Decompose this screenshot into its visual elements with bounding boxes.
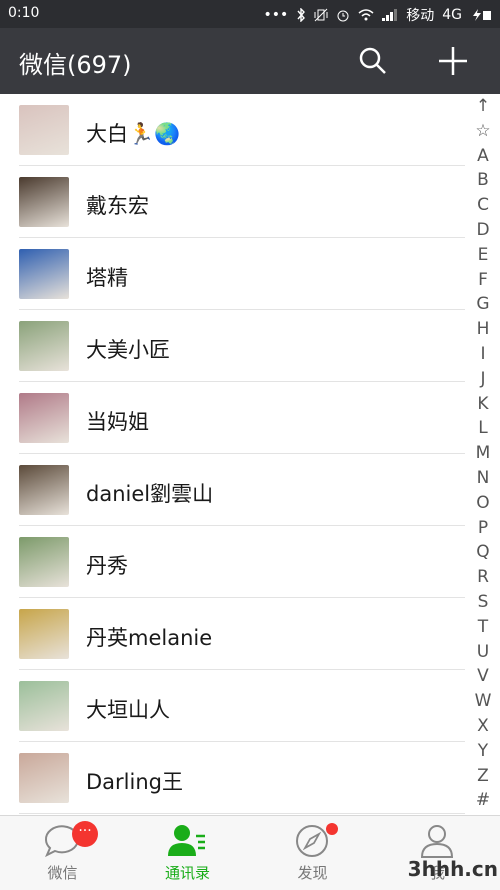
- index-letter[interactable]: N: [466, 466, 500, 491]
- avatar: [19, 249, 69, 299]
- index-letter[interactable]: #: [466, 788, 500, 813]
- list-item[interactable]: 当妈姐: [0, 382, 465, 454]
- search-icon[interactable]: [356, 44, 390, 78]
- index-letter[interactable]: M: [466, 441, 500, 466]
- battery-icon: [473, 9, 491, 21]
- index-letter[interactable]: ☆: [466, 119, 500, 144]
- status-icons: ••• 移动 4G: [263, 5, 492, 25]
- list-item[interactable]: 大美小匠: [0, 310, 465, 382]
- list-item[interactable]: 戴东宏: [0, 166, 465, 238]
- index-letter[interactable]: L: [466, 416, 500, 441]
- list-item[interactable]: 塔精: [0, 238, 465, 310]
- avatar: [19, 177, 69, 227]
- avatar: [19, 465, 69, 515]
- list-item[interactable]: Darling王: [0, 742, 465, 814]
- index-letter[interactable]: T: [466, 615, 500, 640]
- status-bar: 0:10 ••• 移动 4G: [0, 0, 500, 28]
- divider: [19, 813, 465, 814]
- avatar: [19, 105, 69, 155]
- contact-name: daniel劉雲山: [86, 482, 214, 506]
- index-letter[interactable]: Q: [466, 540, 500, 565]
- index-letter[interactable]: H: [466, 317, 500, 342]
- avatar: [19, 537, 69, 587]
- alarm-icon: [337, 10, 349, 22]
- contact-name: 戴东宏: [86, 194, 149, 218]
- avatar: [19, 609, 69, 659]
- index-letter[interactable]: V: [466, 664, 500, 689]
- status-time: 0:10: [8, 5, 40, 21]
- index-letter[interactable]: Z: [466, 764, 500, 789]
- tab-label: 发现: [297, 864, 328, 882]
- plus-icon[interactable]: [434, 42, 472, 80]
- avatar: [19, 681, 69, 731]
- bluetooth-icon: [297, 8, 306, 22]
- list-item[interactable]: 大垣山人: [0, 670, 465, 742]
- index-letter[interactable]: ↑: [466, 94, 500, 119]
- index-letter[interactable]: A: [466, 144, 500, 169]
- avatar: [19, 753, 69, 803]
- signal-icon: [382, 9, 398, 21]
- index-letter[interactable]: Y: [466, 739, 500, 764]
- vibrate-icon: [314, 8, 328, 22]
- index-letter[interactable]: U: [466, 640, 500, 665]
- index-letter[interactable]: B: [466, 168, 500, 193]
- contact-name: 塔精: [86, 266, 128, 290]
- index-letter[interactable]: G: [466, 292, 500, 317]
- index-letter[interactable]: C: [466, 193, 500, 218]
- index-letter[interactable]: S: [466, 590, 500, 615]
- network-label: 4G: [442, 7, 462, 23]
- tab-discover[interactable]: 发现: [250, 816, 375, 890]
- index-letter[interactable]: D: [466, 218, 500, 243]
- index-letter[interactable]: X: [466, 714, 500, 739]
- index-letter[interactable]: P: [466, 516, 500, 541]
- list-item[interactable]: 大白🏃🌏: [0, 94, 465, 166]
- contact-name: 丹秀: [86, 554, 128, 578]
- list-item[interactable]: 丹英melanie: [0, 598, 465, 670]
- index-letter[interactable]: F: [466, 268, 500, 293]
- discover-dot: [326, 823, 338, 835]
- index-letter[interactable]: R: [466, 565, 500, 590]
- app-header: 微信(697): [0, 28, 500, 94]
- wifi-icon: [358, 9, 374, 21]
- watermark-text: 3hhh.cn: [407, 857, 498, 881]
- index-letter[interactable]: O: [466, 491, 500, 516]
- contact-name: 丹英melanie: [86, 626, 213, 650]
- contact-name: 当妈姐: [86, 410, 149, 434]
- tab-label: 通讯录: [164, 864, 210, 882]
- contact-name: 大白🏃🌏: [86, 122, 181, 146]
- index-letter[interactable]: I: [466, 342, 500, 367]
- index-letter[interactable]: W: [466, 689, 500, 714]
- index-letter[interactable]: E: [466, 243, 500, 268]
- list-item[interactable]: 丹秀: [0, 526, 465, 598]
- alphabet-index[interactable]: ↑ ☆ A B C D E F G H I J K L M N O P Q R S T U V W X Y Z #: [466, 94, 500, 816]
- contact-list: 大白🏃🌏 戴东宏塔精大美小匠当妈姐 daniel劉雲山 丹秀丹英melanie 大垣山人…: [0, 94, 465, 814]
- tab-chats[interactable]: ··· 微信: [0, 816, 125, 890]
- person-icon: [420, 825, 454, 858]
- contact-name: 大垣山人: [86, 698, 170, 722]
- contact-name: 大美小匠: [86, 338, 170, 362]
- index-letter[interactable]: K: [466, 392, 500, 417]
- list-item[interactable]: daniel劉雲山: [0, 454, 465, 526]
- carrier-label: 移动: [406, 8, 435, 24]
- tab-label: 微信: [47, 864, 78, 882]
- contacts-icon: [168, 825, 205, 856]
- index-letter[interactable]: J: [466, 367, 500, 392]
- unread-badge: ···: [72, 821, 98, 847]
- tab-contacts[interactable]: 通讯录: [125, 816, 250, 890]
- dots-icon: •••: [263, 7, 289, 23]
- avatar: [19, 393, 69, 443]
- avatar: [19, 321, 69, 371]
- page-title: 微信(697): [19, 51, 132, 79]
- contact-name: Darling王: [86, 770, 183, 794]
